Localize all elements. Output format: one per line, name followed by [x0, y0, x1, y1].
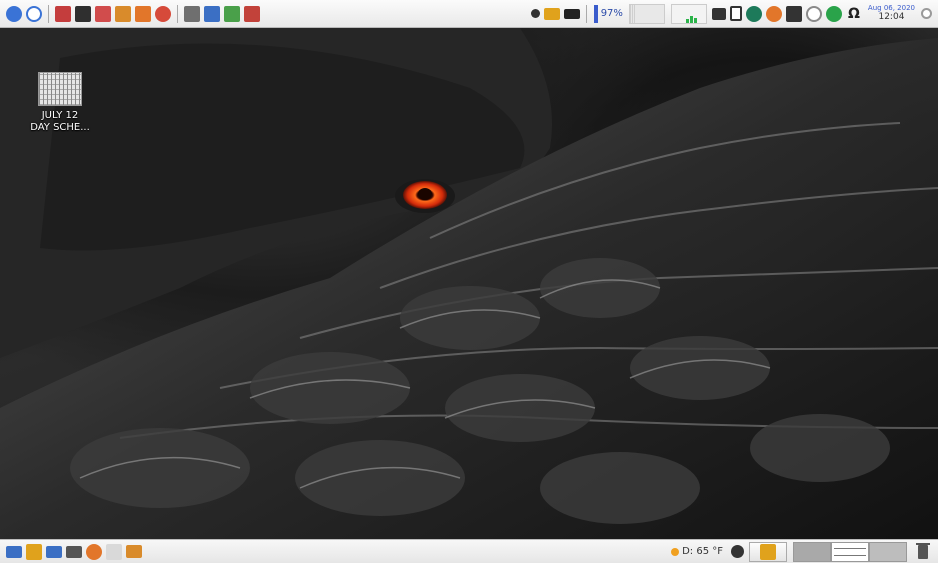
search-icon[interactable] [530, 9, 540, 18]
files-window-icon [760, 543, 776, 560]
top-panel: 97% Ω Aug 06, 2020 12:04 [0, 0, 938, 28]
mail-icon[interactable] [46, 545, 62, 558]
label-line-1: JULY 12 [41, 110, 79, 121]
separator [48, 4, 49, 23]
bottom-tray: D: 65 °F [665, 540, 934, 563]
workspace-2[interactable] [831, 541, 869, 562]
display-icon[interactable] [785, 5, 802, 22]
desktop-wallpaper: JULY 12 DAY SCHE... [0, 28, 938, 539]
menu-icon[interactable] [6, 5, 22, 22]
calculator-icon[interactable] [66, 545, 82, 558]
terminal-icon[interactable] [75, 5, 91, 22]
activities-icon[interactable] [26, 5, 42, 22]
desktop-file-icon[interactable]: JULY 12 DAY SCHE... [18, 72, 102, 134]
dropbox-icon[interactable] [805, 5, 822, 22]
bottom-panel: D: 65 °F [0, 539, 938, 563]
shield-icon[interactable] [745, 5, 762, 22]
cpu-monitor[interactable] [628, 3, 665, 24]
screenshot-icon[interactable] [55, 5, 71, 22]
system-tray: 97% Ω Aug 06, 2020 12:04 [529, 0, 934, 27]
clock[interactable]: Aug 06, 2020 12:04 [868, 5, 915, 22]
battery-icon [593, 4, 598, 23]
java-launcher-icon[interactable] [106, 543, 122, 560]
chrome-icon[interactable] [155, 5, 171, 22]
archive-launcher-icon[interactable] [126, 545, 142, 558]
clipboard-icon[interactable] [729, 6, 742, 21]
black-swan-image [0, 28, 938, 539]
battery-percent: 97% [600, 8, 623, 19]
puzzle-icon[interactable] [224, 5, 240, 22]
power-icon[interactable] [921, 8, 932, 19]
spreadsheet-thumbnail-icon [38, 72, 82, 106]
trash-icon[interactable] [916, 542, 930, 559]
omega-icon[interactable]: Ω [846, 6, 862, 22]
sun-icon [671, 547, 680, 556]
media-icon[interactable] [244, 5, 260, 22]
separator [177, 4, 178, 23]
show-desktop-icon[interactable] [6, 545, 22, 558]
camera-icon[interactable] [731, 545, 744, 558]
check-icon[interactable] [825, 5, 842, 22]
firefox-icon[interactable] [135, 5, 151, 22]
battery-indicator[interactable]: 97% [593, 4, 623, 23]
top-launchers [4, 0, 262, 27]
taskbar-window-button[interactable] [749, 541, 787, 562]
network-monitor[interactable] [670, 3, 707, 24]
workspace-1[interactable] [793, 541, 831, 562]
tools-icon[interactable] [95, 5, 111, 22]
java-icon[interactable] [115, 5, 131, 22]
desktop-file-label: JULY 12 DAY SCHE... [30, 110, 90, 134]
firefox-launcher-icon[interactable] [86, 543, 102, 560]
separator [585, 4, 587, 23]
weather-widget[interactable]: D: 65 °F [671, 546, 723, 557]
bottom-launchers [4, 540, 144, 563]
workspace-switcher[interactable] [793, 541, 907, 562]
weather-text: D: 65 °F [682, 546, 723, 557]
volume-icon[interactable] [711, 7, 726, 20]
workspace-3[interactable] [869, 541, 907, 562]
clock-time: 12:04 [878, 12, 905, 22]
files-icon[interactable] [26, 543, 42, 560]
label-line-2: DAY SCHE... [30, 122, 90, 133]
document-icon[interactable] [204, 5, 220, 22]
notes-icon[interactable] [184, 5, 200, 22]
archive-icon[interactable] [543, 7, 560, 20]
keyboard-icon[interactable] [563, 8, 580, 19]
chrome-tray-icon[interactable] [765, 5, 782, 22]
clock-date: Aug 06, 2020 [867, 4, 915, 12]
